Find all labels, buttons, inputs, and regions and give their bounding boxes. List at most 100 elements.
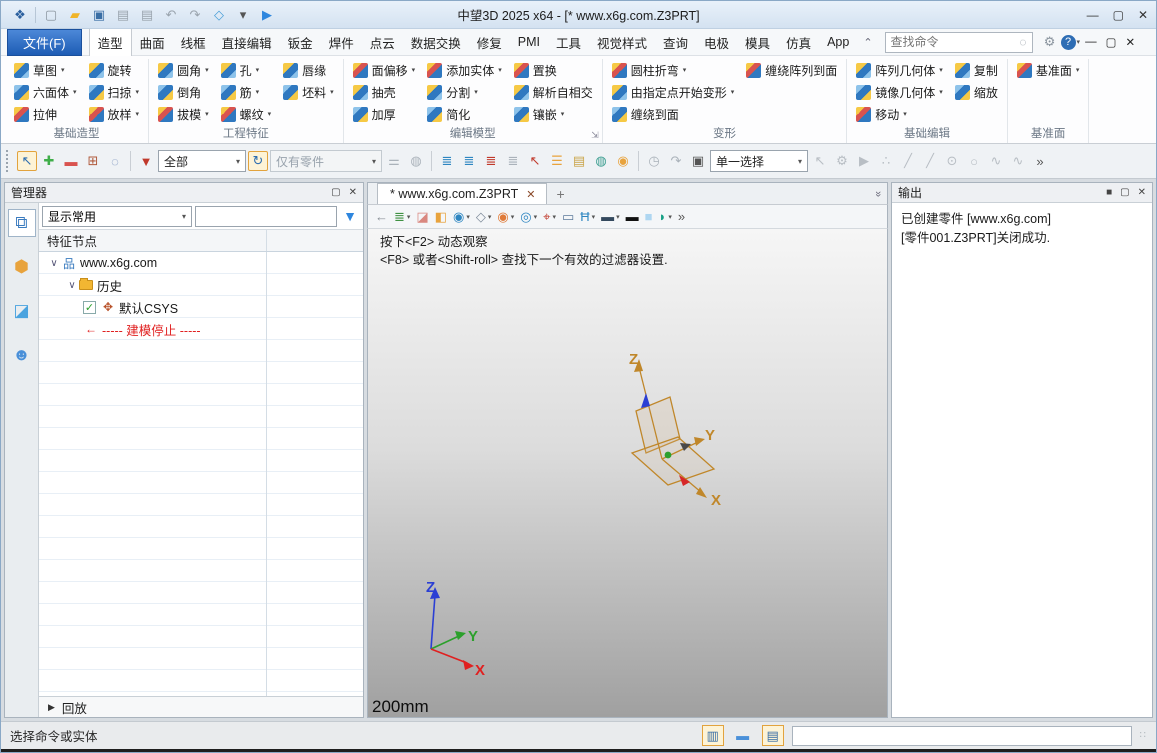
- overflow-button[interactable]: »: [1030, 151, 1050, 171]
- solid-manager-tab[interactable]: ⬢: [8, 253, 36, 281]
- new-file-icon[interactable]: ▢: [40, 5, 62, 25]
- output-dock-icon[interactable]: ■: [1106, 187, 1112, 198]
- remove-selection-button[interactable]: ▬: [61, 151, 81, 171]
- output-restore-icon[interactable]: ▢: [1120, 187, 1129, 198]
- tree-checkbox[interactable]: ✓: [83, 301, 96, 314]
- menu-tab-线框[interactable]: 线框: [173, 29, 214, 56]
- selection-folder-button[interactable]: ▤: [569, 151, 589, 171]
- display-filter-select[interactable]: 显示常用▾: [42, 206, 192, 227]
- document-tab[interactable]: * www.x6g.com.Z3PRT ✕: [377, 183, 547, 204]
- monitor-icon[interactable]: ▬▾: [601, 209, 620, 224]
- menu-tab-工具[interactable]: 工具: [548, 29, 589, 56]
- dropdown-caret-icon[interactable]: ▾: [268, 110, 272, 118]
- menu-tab-曲面[interactable]: 曲面: [132, 29, 173, 56]
- dialog-launcher-icon[interactable]: ⇲: [591, 130, 599, 141]
- overflow-icon[interactable]: »: [678, 209, 685, 224]
- resize-grip[interactable]: ∷: [1140, 730, 1147, 741]
- zoom-display-icon[interactable]: ◎▾: [520, 209, 537, 225]
- tree-expander-icon[interactable]: ∨: [47, 258, 61, 269]
- replay-expander-icon[interactable]: ▶: [48, 702, 55, 713]
- ribbon-button-倒角[interactable]: 倒角: [156, 81, 211, 103]
- pick-filter-button[interactable]: ↖: [17, 151, 37, 171]
- gear-icon[interactable]: ⚙: [1040, 34, 1060, 50]
- ribbon-button-圆角[interactable]: 圆角▾: [156, 59, 211, 81]
- ribbon-button-由指定点开始变形[interactable]: 由指定点开始变形▾: [610, 81, 737, 103]
- menu-tab-仿真[interactable]: 仿真: [778, 29, 819, 56]
- badge-button[interactable]: ◉: [613, 151, 633, 171]
- filter-funnel-icon[interactable]: ▼: [340, 208, 360, 224]
- viewport-3d[interactable]: 按下<F2> 动态观察<F8> 或者<Shift-roll> 查找下一个有效的过…: [367, 229, 888, 718]
- dropdown-caret-icon[interactable]: ▾: [256, 66, 260, 74]
- ribbon-button-唇缘[interactable]: 唇缘: [281, 59, 336, 81]
- wireframe-display-icon[interactable]: ◇▾: [476, 209, 492, 225]
- menu-tab-数据交换[interactable]: 数据交换: [403, 29, 469, 56]
- filter-funnel-button[interactable]: ▼: [136, 151, 156, 171]
- menu-tab-模具[interactable]: 模具: [737, 29, 778, 56]
- ribbon-button-坯料[interactable]: 坯料▾: [281, 81, 336, 103]
- mdi-restore-icon[interactable]: ▢: [1106, 35, 1117, 49]
- run-icon[interactable]: ▶: [256, 5, 278, 25]
- ribbon-button-置换[interactable]: 置换: [512, 59, 595, 81]
- ribbon-button-镜像几何体[interactable]: 镜像几何体▾: [854, 81, 945, 103]
- dropdown-caret-icon[interactable]: ▾: [136, 88, 140, 96]
- ribbon-button-复制[interactable]: 复制: [953, 59, 1000, 81]
- lasso-select-button[interactable]: ◌: [105, 151, 125, 171]
- dropdown-caret-icon[interactable]: ▾: [561, 110, 565, 118]
- part-filter-button[interactable]: ↻: [248, 151, 268, 171]
- replay-section[interactable]: ▶ 回放: [39, 696, 363, 717]
- ribbon-button-阵列几何体[interactable]: 阵列几何体▾: [854, 59, 945, 81]
- ribbon-button-分割[interactable]: 分割▾: [425, 81, 504, 103]
- mdi-close-icon[interactable]: ✕: [1125, 35, 1135, 49]
- tree-row[interactable]: ∨历史: [39, 274, 363, 296]
- ribbon-button-孔[interactable]: 孔▾: [219, 59, 274, 81]
- dropdown-caret-icon[interactable]: ▾: [205, 66, 209, 74]
- print-plus-icon[interactable]: ▤: [136, 5, 158, 25]
- dropdown-caret-icon[interactable]: ▾: [474, 88, 478, 96]
- csys-display-icon[interactable]: ◧: [435, 209, 447, 225]
- ribbon-button-缠绕到面[interactable]: 缠绕到面: [610, 103, 737, 125]
- minimize-icon[interactable]: —: [1087, 8, 1099, 22]
- qa-dropdown-icon[interactable]: ▾: [232, 5, 254, 25]
- selection-mode-select[interactable]: 单一选择▾: [710, 150, 808, 172]
- file-menu-button[interactable]: 文件(F): [7, 29, 82, 56]
- ribbon-button-加厚[interactable]: 加厚: [351, 103, 418, 125]
- mdi-minimize-icon[interactable]: —: [1085, 36, 1097, 48]
- dropdown-caret-icon[interactable]: ▾: [205, 110, 209, 118]
- tree-row[interactable]: ∨品www.x6g.com: [39, 252, 363, 274]
- dropdown-caret-icon[interactable]: ▾: [136, 110, 140, 118]
- menu-tab-电极[interactable]: 电极: [696, 29, 737, 56]
- redo-icon[interactable]: ↷: [184, 5, 206, 25]
- ribbon-button-放样[interactable]: 放样▾: [87, 103, 142, 125]
- output-toggle-button[interactable]: ▤: [762, 725, 784, 746]
- square-display-button[interactable]: ▣: [688, 151, 708, 171]
- dropdown-caret-icon[interactable]: ▾: [412, 66, 416, 74]
- visual-manager-tab[interactable]: ◪: [8, 297, 36, 325]
- dropdown-caret-icon[interactable]: ▾: [498, 66, 502, 74]
- output-close-icon[interactable]: ✕: [1138, 187, 1146, 198]
- open-folder-icon[interactable]: ▰: [64, 5, 86, 25]
- ribbon-button-筋[interactable]: 筋▾: [219, 81, 274, 103]
- exit-icon[interactable]: ←: [375, 209, 388, 224]
- ribbon-button-旋转[interactable]: 旋转: [87, 59, 142, 81]
- help-icon[interactable]: ?: [1061, 35, 1076, 50]
- dropdown-caret-icon[interactable]: ▾: [61, 66, 65, 74]
- new-tab-button[interactable]: +: [547, 186, 575, 204]
- menu-tab-修复[interactable]: 修复: [469, 29, 510, 56]
- dropdown-caret-icon[interactable]: ▾: [939, 88, 943, 96]
- ribbon-button-简化[interactable]: 简化: [425, 103, 504, 125]
- dropdown-caret-icon[interactable]: ▾: [1076, 66, 1080, 74]
- tree-row[interactable]: ✓✥默认CSYS: [39, 296, 363, 318]
- ribbon-button-拉伸[interactable]: 拉伸: [12, 103, 79, 125]
- menu-tab-App[interactable]: App: [819, 31, 857, 53]
- pick-cursor-button[interactable]: ↖: [525, 151, 545, 171]
- dropdown-caret-icon[interactable]: ▾: [903, 110, 907, 118]
- tree-row[interactable]: ←----- 建模停止 -----: [39, 318, 363, 340]
- thick-line-icon[interactable]: ▬: [626, 209, 639, 224]
- ribbon-button-缠绕阵列到面[interactable]: 缠绕阵列到面: [744, 59, 839, 81]
- target-icon[interactable]: ⌖▾: [543, 209, 556, 225]
- dimension-icon[interactable]: Ħ▾: [580, 209, 595, 224]
- menu-tab-点云[interactable]: 点云: [362, 29, 403, 56]
- ribbon-button-缩放[interactable]: 缩放: [953, 81, 1000, 103]
- app-logo-icon[interactable]: ❖: [9, 5, 31, 25]
- pick-stack-1-button[interactable]: ≣: [437, 151, 457, 171]
